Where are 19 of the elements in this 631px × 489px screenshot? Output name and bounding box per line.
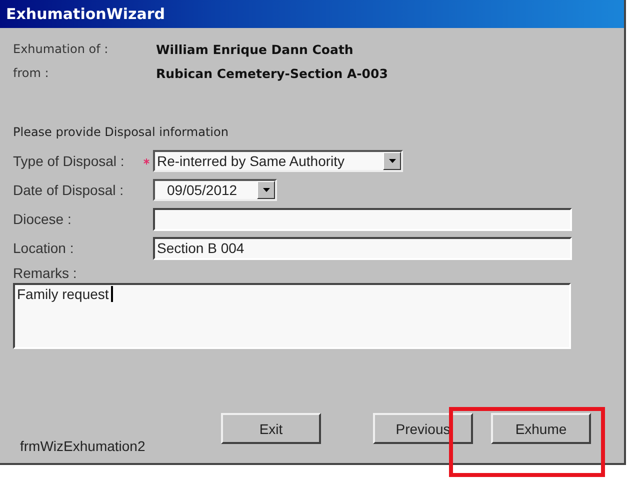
field-label: Type of Disposal :	[13, 153, 126, 169]
field-value: Rubican Cemetery-Section A-003	[156, 66, 388, 80]
input-field[interactable]: Section B 004	[153, 236, 572, 260]
window-title: ExhumationWizard	[6, 5, 166, 23]
field-label: Diocese :	[13, 211, 72, 227]
date-picker[interactable]: 09/05/2012	[153, 179, 277, 201]
wizard-button[interactable]: Exit	[221, 413, 321, 444]
field-label: from :	[13, 66, 50, 80]
form-name-label: frmWizExhumation2	[20, 438, 146, 454]
field-label: Location :	[13, 240, 75, 256]
field-label: Date of Disposal :	[13, 182, 124, 198]
wizard-button[interactable]: Previous	[373, 413, 473, 444]
remarks-field[interactable]: Family request	[13, 283, 571, 349]
instruction-text: Please provide Disposal information	[13, 125, 230, 141]
field-label: Exhumation of :	[13, 42, 110, 56]
field-label: Remarks :	[13, 265, 78, 283]
wizard-button[interactable]: Exhume	[491, 413, 591, 444]
dropdown[interactable]: Re-interred by Same Authority	[153, 150, 403, 172]
field-value: William Enrique Dann Coath	[156, 42, 354, 56]
